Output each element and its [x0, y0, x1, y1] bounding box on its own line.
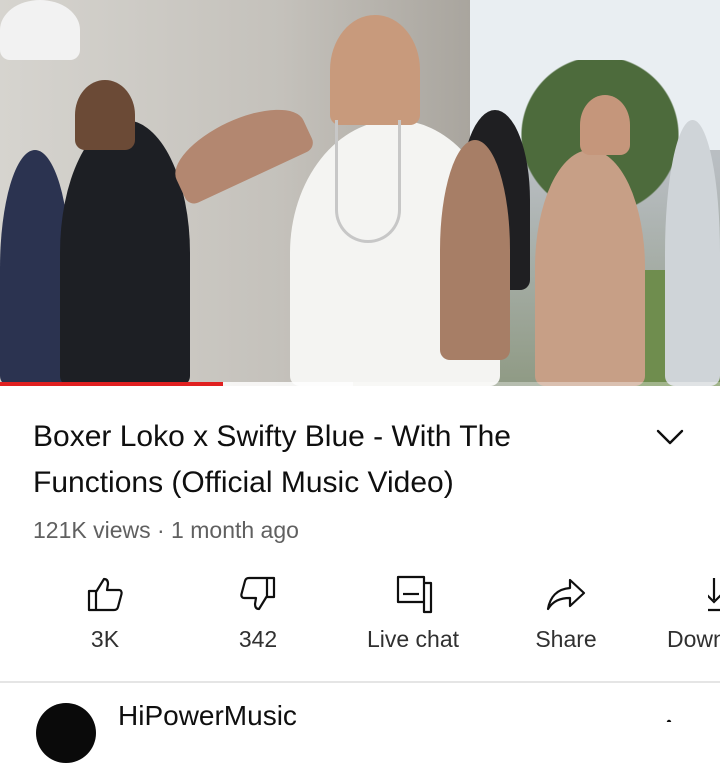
- thumbs-down-icon: [240, 576, 276, 611]
- video-player[interactable]: [0, 0, 720, 386]
- video-frame-figure: [0, 0, 80, 60]
- thumbs-up-icon: [87, 577, 123, 612]
- video-meta: 121K views · 1 month ago: [33, 517, 299, 543]
- share-label: Share: [535, 626, 597, 652]
- like-button[interactable]: 3K: [35, 568, 175, 668]
- download-icon: [708, 578, 720, 612]
- dislike-button[interactable]: 342: [188, 568, 328, 668]
- video-frame-figure: [440, 140, 510, 360]
- video-frame-figure: [580, 95, 630, 155]
- more-icon[interactable]: [654, 712, 684, 722]
- video-frame-figure: [60, 120, 190, 386]
- download-label: Download: [667, 626, 720, 652]
- video-frame-chain: [335, 120, 401, 243]
- video-frame-figure: [535, 150, 645, 386]
- share-icon: [546, 578, 586, 611]
- video-progress-bar[interactable]: [0, 382, 720, 386]
- channel-avatar[interactable]: [36, 703, 96, 763]
- action-bar: 3K 342 Live chat Share Download: [0, 568, 720, 668]
- channel-name[interactable]: HiPowerMusic: [118, 700, 297, 732]
- section-divider: [0, 681, 720, 683]
- live-chat-icon: [396, 575, 433, 614]
- video-title[interactable]: Boxer Loko x Swifty Blue - With The Func…: [33, 414, 623, 506]
- live-chat-button[interactable]: Live chat: [343, 568, 483, 668]
- video-frame-figure: [330, 15, 420, 125]
- video-frame-figure: [665, 120, 720, 386]
- video-frame-figure: [75, 80, 135, 150]
- live-chat-label: Live chat: [366, 626, 460, 652]
- chevron-down-icon[interactable]: [652, 422, 688, 452]
- like-count: 3K: [90, 626, 120, 652]
- video-progress-fill: [0, 382, 223, 386]
- download-button[interactable]: Download: [650, 568, 720, 668]
- share-button[interactable]: Share: [496, 568, 636, 668]
- dislike-count: 342: [238, 626, 278, 652]
